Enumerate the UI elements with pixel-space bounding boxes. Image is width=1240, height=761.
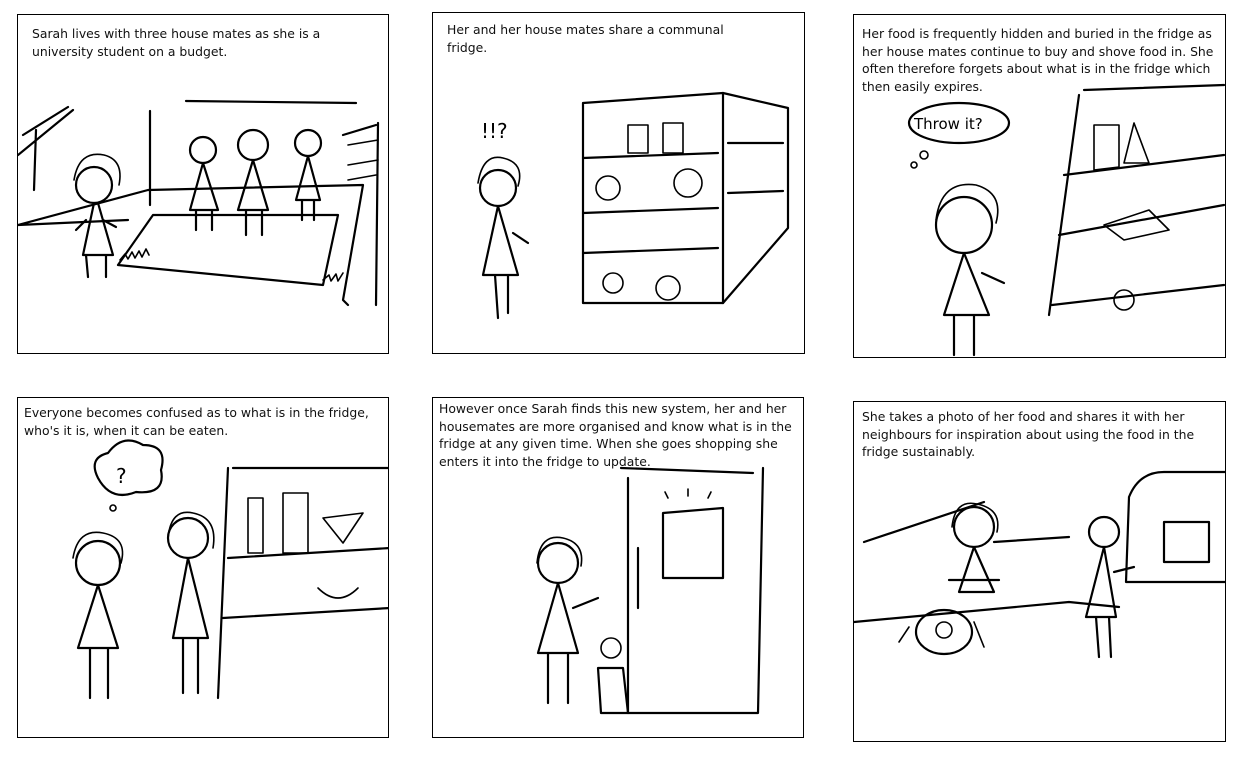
panel-3-drawing: Throw it? (907, 83, 1225, 357)
panel-6: She takes a photo of her food and shares… (853, 401, 1226, 742)
panel-3: Her food is frequently hidden and buried… (853, 14, 1226, 358)
exclaim-text: !!? (481, 119, 508, 143)
panel-6-drawing (854, 470, 1225, 659)
panel-5: However once Sarah finds this new system… (432, 397, 804, 738)
question-text: ? (116, 464, 127, 488)
panel-5-drawing (536, 466, 765, 715)
bubble-text: Throw it? (913, 115, 983, 133)
panel-2-drawing: !!? (477, 91, 790, 320)
panel-4-drawing: ? (72, 439, 388, 700)
panel-2: Her and her house mates share a communal… (432, 12, 805, 354)
panel-4: Everyone becomes confused as to what is … (17, 397, 389, 738)
panel-1: Sarah lives with three house mates as sh… (17, 14, 389, 354)
panel-1-drawing (18, 99, 380, 307)
